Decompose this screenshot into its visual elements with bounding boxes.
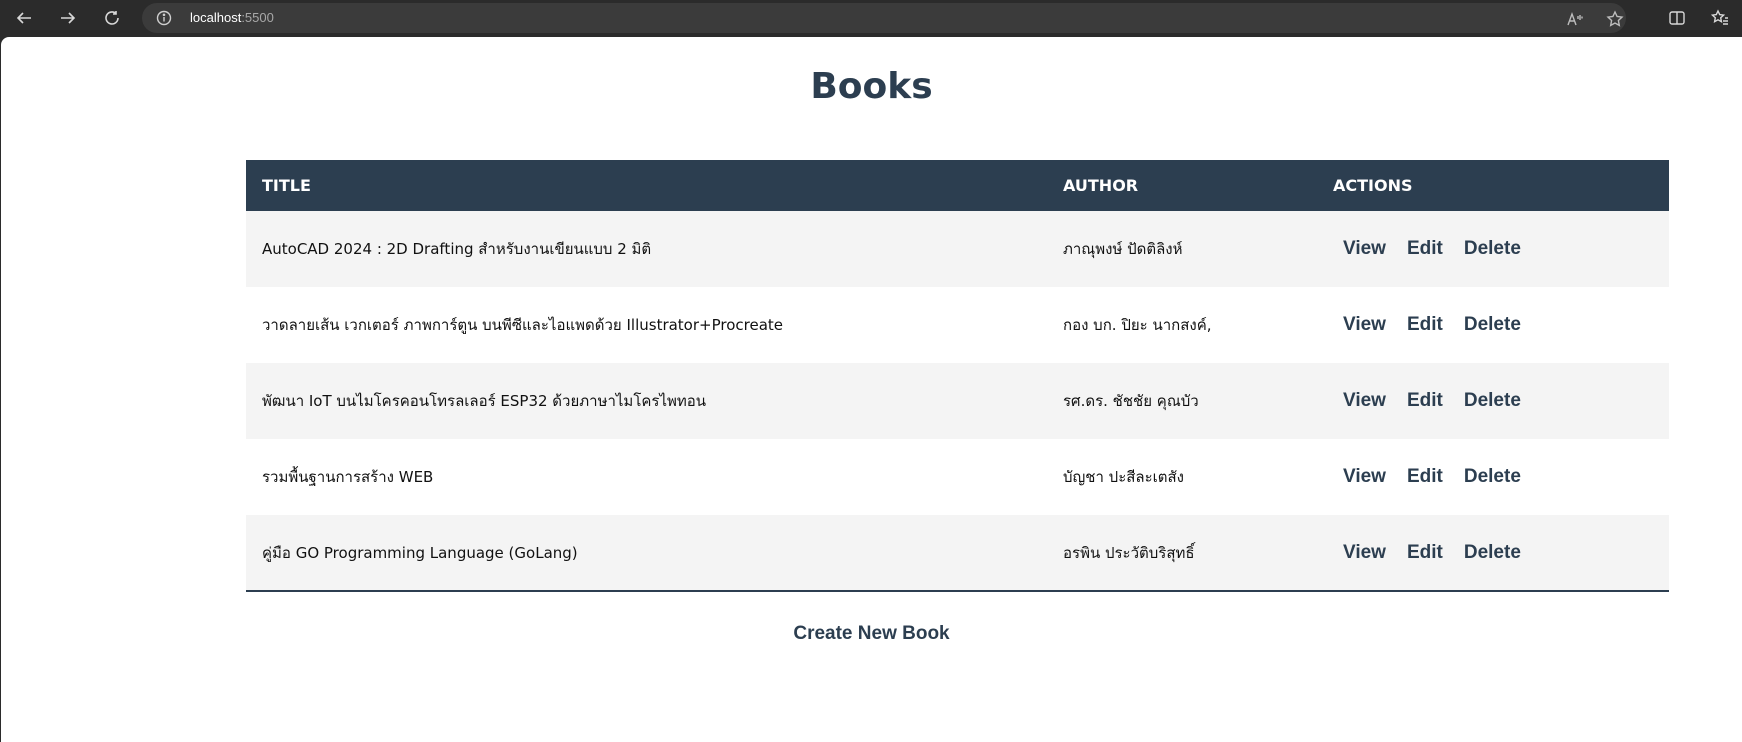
view-link[interactable]: View (1343, 466, 1386, 488)
book-title-cell: คู่มือ GO Programming Language (GoLang) (262, 543, 578, 562)
table-row: รวมพื้นฐานการสร้าง WEB บัญชา ปะสีละเตสัง… (246, 439, 1669, 515)
table-row: คู่มือ GO Programming Language (GoLang) … (246, 515, 1669, 591)
info-icon[interactable] (156, 10, 172, 26)
delete-link[interactable]: Delete (1464, 238, 1521, 260)
url-host: localhost (190, 10, 242, 25)
read-aloud-icon[interactable] (1566, 10, 1584, 28)
view-link[interactable]: View (1343, 238, 1386, 260)
column-header-author: AUTHOR (1063, 176, 1139, 195)
split-screen-icon[interactable] (1663, 4, 1691, 32)
column-header-actions: ACTIONS (1333, 176, 1413, 195)
edit-link[interactable]: Edit (1407, 238, 1443, 260)
book-title-cell: AutoCAD 2024 : 2D Drafting สำหรับงานเขีย… (262, 240, 652, 258)
table-row: วาดลายเส้น เวกเตอร์ ภาพการ์ตูน บนพีซีและ… (246, 287, 1669, 363)
favorite-star-icon[interactable] (1606, 10, 1624, 28)
address-bar[interactable]: localhost:5500 (142, 3, 1626, 33)
table-body: AutoCAD 2024 : 2D Drafting สำหรับงานเขีย… (246, 211, 1669, 591)
back-icon[interactable] (10, 4, 38, 32)
actions-cell: View Edit Delete (1317, 439, 1669, 515)
view-link[interactable]: View (1343, 314, 1386, 336)
book-title-cell: รวมพื้นฐานการสร้าง WEB (262, 468, 434, 486)
page-viewport: Books TITLE AUTHOR ACTIONS AutoCAD 2024 … (1, 37, 1742, 742)
create-new-book-link[interactable]: Create New Book (1, 623, 1742, 645)
book-author-cell: กอง บก. ปิยะ นากสงค์, (1063, 316, 1212, 334)
actions-cell: View Edit Delete (1317, 211, 1669, 287)
table-row: AutoCAD 2024 : 2D Drafting สำหรับงานเขีย… (246, 211, 1669, 287)
refresh-icon[interactable] (98, 4, 126, 32)
url-text: localhost:5500 (190, 10, 274, 25)
edit-link[interactable]: Edit (1407, 314, 1443, 336)
view-link[interactable]: View (1343, 542, 1386, 564)
browser-toolbar: localhost:5500 (0, 0, 1742, 36)
edit-link[interactable]: Edit (1407, 390, 1443, 412)
table-row: พัฒนา IoT บนไมโครคอนโทรลเลอร์ ESP32 ด้วย… (246, 363, 1669, 439)
actions-cell: View Edit Delete (1317, 363, 1669, 439)
forward-icon[interactable] (54, 4, 82, 32)
actions-cell: View Edit Delete (1317, 287, 1669, 363)
url-port: :5500 (241, 10, 274, 25)
page-title: Books (810, 66, 933, 107)
edit-link[interactable]: Edit (1407, 466, 1443, 488)
book-title-cell: พัฒนา IoT บนไมโครคอนโทรลเลอร์ ESP32 ด้วย… (262, 392, 707, 410)
book-title-cell: วาดลายเส้น เวกเตอร์ ภาพการ์ตูน บนพีซีและ… (262, 316, 784, 334)
delete-link[interactable]: Delete (1464, 542, 1521, 564)
edit-link[interactable]: Edit (1407, 542, 1443, 564)
create-new-book-label[interactable]: Create New Book (793, 623, 949, 644)
favorites-icon[interactable] (1706, 4, 1734, 32)
actions-cell: View Edit Delete (1317, 515, 1669, 591)
book-author-cell: อรพิน ประวัติบริสุทธิ์ (1063, 543, 1195, 562)
delete-link[interactable]: Delete (1464, 314, 1521, 336)
book-author-cell: รศ.ดร. ชัชชัย คุณบัว (1063, 392, 1199, 410)
books-table: TITLE AUTHOR ACTIONS AutoCAD 2024 : 2D D… (246, 160, 1669, 592)
column-header-title: TITLE (262, 176, 311, 195)
table-header: TITLE AUTHOR ACTIONS (246, 160, 1669, 211)
table-header-row: TITLE AUTHOR ACTIONS (246, 160, 1669, 211)
book-author-cell: ภาณุพงษ์ ปัดติลิงห์ (1063, 240, 1183, 258)
delete-link[interactable]: Delete (1464, 390, 1521, 412)
view-link[interactable]: View (1343, 390, 1386, 412)
delete-link[interactable]: Delete (1464, 466, 1521, 488)
book-author-cell: บัญชา ปะสีละเตสัง (1063, 468, 1185, 486)
